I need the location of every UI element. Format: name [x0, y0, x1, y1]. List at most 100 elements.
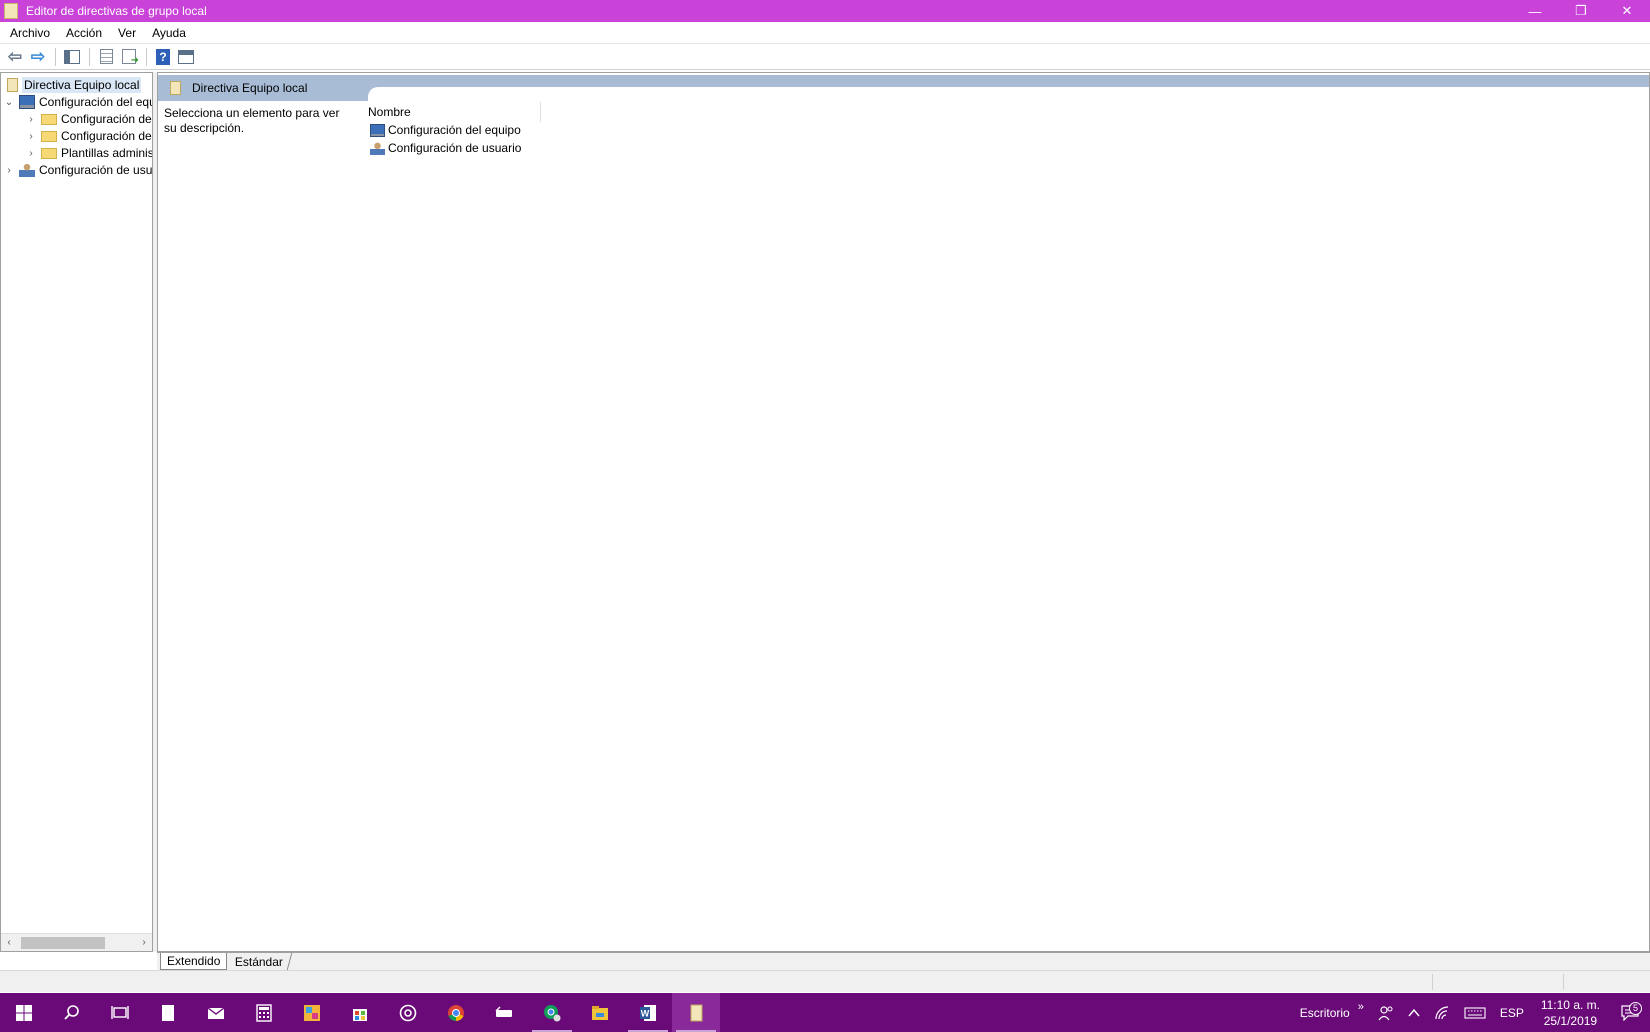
system-tray: Escritorio » ESP 11:10 a. m. 25/1/2019 5 [1293, 993, 1650, 1032]
clock-date: 25/1/2019 [1543, 1013, 1598, 1028]
taskbar-app-chrome-profile[interactable] [528, 993, 576, 1032]
close-button[interactable]: ✕ [1604, 0, 1650, 22]
show-hidden-icons-button[interactable] [1401, 1008, 1427, 1018]
computer-icon [370, 123, 385, 137]
chevron-up-icon [1408, 1008, 1420, 1016]
properties-list-icon [99, 49, 113, 64]
menu-ver[interactable]: Ver [110, 26, 144, 40]
taskbar-app-file-explorer[interactable] [576, 993, 624, 1032]
taskbar-app-groove[interactable] [384, 993, 432, 1032]
tree-item-software-config[interactable]: › Configuración de software [25, 110, 152, 128]
folder-icon [41, 113, 57, 125]
paint-icon [304, 1004, 320, 1021]
column-header-nombre[interactable]: Nombre [363, 102, 541, 122]
search-button[interactable] [48, 993, 96, 1032]
search-icon [64, 1004, 79, 1020]
task-view-button[interactable] [96, 993, 144, 1032]
start-button[interactable] [0, 993, 48, 1032]
taskbar-app-paint[interactable] [288, 993, 336, 1032]
show-hide-action-pane-button[interactable] [175, 47, 197, 67]
tree-item-user-config[interactable]: › Configuración de usuario [3, 161, 152, 179]
user-icon [19, 163, 35, 177]
header-underlay [368, 87, 1649, 97]
scroll-right-icon[interactable]: › [136, 937, 152, 948]
tree-item-label: Configuración de software [61, 112, 152, 126]
tree-item-windows-config[interactable]: › Configuración de Windows [25, 127, 152, 145]
window-title: Editor de directivas de grupo local [26, 4, 207, 18]
clock[interactable]: 11:10 a. m. 25/1/2019 [1531, 997, 1610, 1029]
toolbar-separator [55, 47, 56, 66]
action-center-button[interactable]: 5 [1610, 1001, 1650, 1021]
folder-icon [41, 130, 57, 142]
menu-accion[interactable]: Acción [58, 26, 110, 40]
list-item-label: Configuración de usuario [388, 141, 522, 155]
tree-item-label: Directiva Equipo local [22, 77, 142, 93]
svg-text:W: W [641, 1008, 650, 1018]
tree-horizontal-scrollbar[interactable]: ‹ › [1, 933, 152, 951]
computer-icon [19, 95, 35, 109]
help-button[interactable]: ? [152, 47, 174, 67]
taskbar-app-chrome[interactable] [432, 993, 480, 1032]
status-bar [0, 970, 1650, 992]
mail-icon [207, 1006, 225, 1019]
expand-chevron-icon[interactable]: › [25, 148, 37, 159]
restore-button[interactable]: ❐ [1558, 0, 1604, 22]
network-button[interactable] [1427, 1005, 1457, 1020]
menu-bar: Archivo Acción Ver Ayuda [0, 22, 1650, 44]
back-arrow-icon: ⇦ [7, 47, 23, 66]
tree-item-root[interactable]: Directiva Equipo local [3, 76, 142, 94]
expand-chevron-icon[interactable]: › [25, 131, 37, 142]
taskbar-app-word[interactable]: W [624, 993, 672, 1032]
list-item[interactable]: Configuración del equipo [370, 121, 521, 139]
menu-archivo[interactable]: Archivo [0, 26, 58, 40]
status-segment [1563, 974, 1564, 990]
taskbar-app-policy-editor[interactable] [672, 993, 720, 1032]
export-list-button[interactable] [118, 47, 140, 67]
people-button[interactable] [1371, 1005, 1401, 1021]
policy-icon [7, 78, 18, 92]
tab-estandar[interactable]: Estándar [226, 953, 293, 970]
show-hide-tree-button[interactable] [61, 47, 83, 67]
title-bar: Editor de directivas de grupo local — ❐ … [0, 0, 1650, 22]
policy-editor-app-icon [4, 3, 18, 19]
keyboard-icon [495, 1006, 512, 1017]
expand-chevron-icon[interactable]: › [25, 114, 37, 125]
taskbar-app-calculator[interactable] [240, 993, 288, 1032]
tab-extendido[interactable]: Extendido [160, 953, 228, 970]
export-list-icon [122, 49, 139, 66]
touch-keyboard-icon [1464, 1006, 1486, 1019]
taskbar-app-store[interactable] [336, 993, 384, 1032]
task-view-icon [111, 1005, 129, 1019]
view-tabs: Extendido Estándar [157, 952, 1650, 970]
status-segment [1432, 974, 1433, 990]
scroll-left-icon[interactable]: ‹ [1, 937, 17, 948]
tree-item-computer-config[interactable]: ⌄ Configuración del equipo [3, 93, 152, 111]
chrome-icon [448, 1004, 464, 1021]
properties-button[interactable] [95, 47, 117, 67]
taskbar-app-keyboard[interactable] [480, 993, 528, 1032]
console-tree: Directiva Equipo local ⌄ Configuración d… [0, 72, 153, 952]
details-header-tab: Directiva Equipo local [158, 75, 368, 101]
tree-item-admin-templates[interactable]: › Plantillas administrativas [25, 144, 152, 162]
menu-ayuda[interactable]: Ayuda [144, 26, 194, 40]
list-item[interactable]: Configuración de usuario [370, 139, 521, 157]
taskbar-app-notepad[interactable] [144, 993, 192, 1032]
back-button[interactable]: ⇦ [4, 47, 26, 67]
file-explorer-icon [592, 1005, 608, 1020]
forward-button[interactable]: ⇨ [27, 47, 49, 67]
groove-icon [399, 1004, 417, 1021]
clock-time: 11:10 a. m. [1540, 997, 1600, 1012]
input-language-button[interactable]: ESP [1493, 1006, 1531, 1020]
minimize-button[interactable]: — [1512, 0, 1558, 22]
scroll-thumb[interactable] [21, 936, 105, 949]
touch-keyboard-button[interactable] [1457, 1006, 1493, 1019]
toolbar: ⇦ ⇨ ? [0, 44, 1650, 70]
notification-count-badge: 5 [1629, 1001, 1642, 1015]
expand-chevron-icon[interactable]: › [3, 165, 15, 176]
policy-editor-icon [690, 1004, 703, 1021]
taskbar-app-mail[interactable] [192, 993, 240, 1032]
show-hide-tree-icon [64, 49, 80, 64]
collapse-chevron-icon[interactable]: ⌄ [3, 97, 15, 108]
desktop-toolbar[interactable]: Escritorio » [1293, 1001, 1371, 1020]
calculator-icon [256, 1003, 272, 1022]
